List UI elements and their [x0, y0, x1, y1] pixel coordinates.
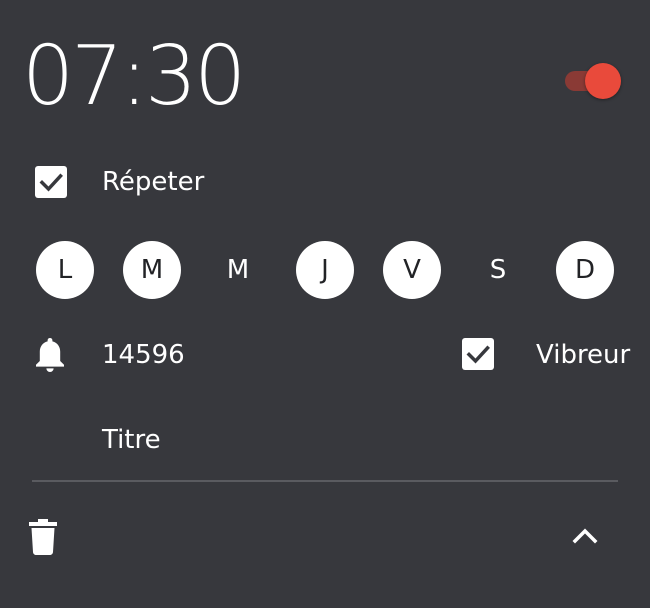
ringtone-value[interactable]: 14596: [102, 342, 185, 368]
day-tuesday[interactable]: M: [123, 241, 181, 299]
day-sunday[interactable]: D: [556, 241, 614, 299]
day-saturday[interactable]: S: [469, 241, 527, 299]
divider: [32, 480, 618, 482]
check-icon: [466, 345, 490, 364]
repeat-label: Répeter: [102, 167, 205, 197]
title-field[interactable]: Titre: [102, 427, 161, 453]
alarm-enable-toggle[interactable]: [563, 62, 621, 99]
vibrate-label: Vibreur: [536, 340, 631, 370]
chevron-up-icon[interactable]: [572, 526, 598, 548]
day-thursday[interactable]: J: [296, 241, 354, 299]
trash-icon[interactable]: [29, 519, 57, 559]
vibrate-checkbox[interactable]: [462, 338, 494, 370]
repeat-checkbox[interactable]: [35, 166, 67, 198]
day-friday[interactable]: V: [383, 241, 441, 299]
alarm-time[interactable]: 07:30: [22, 36, 246, 118]
day-monday[interactable]: L: [36, 241, 94, 299]
bell-icon[interactable]: [33, 336, 67, 378]
check-icon: [39, 173, 63, 192]
alarm-card: 07:30 Répeter L M M J V S D 14596 Vibreu…: [0, 0, 650, 608]
toggle-thumb: [585, 63, 621, 99]
day-wednesday[interactable]: M: [209, 241, 267, 299]
